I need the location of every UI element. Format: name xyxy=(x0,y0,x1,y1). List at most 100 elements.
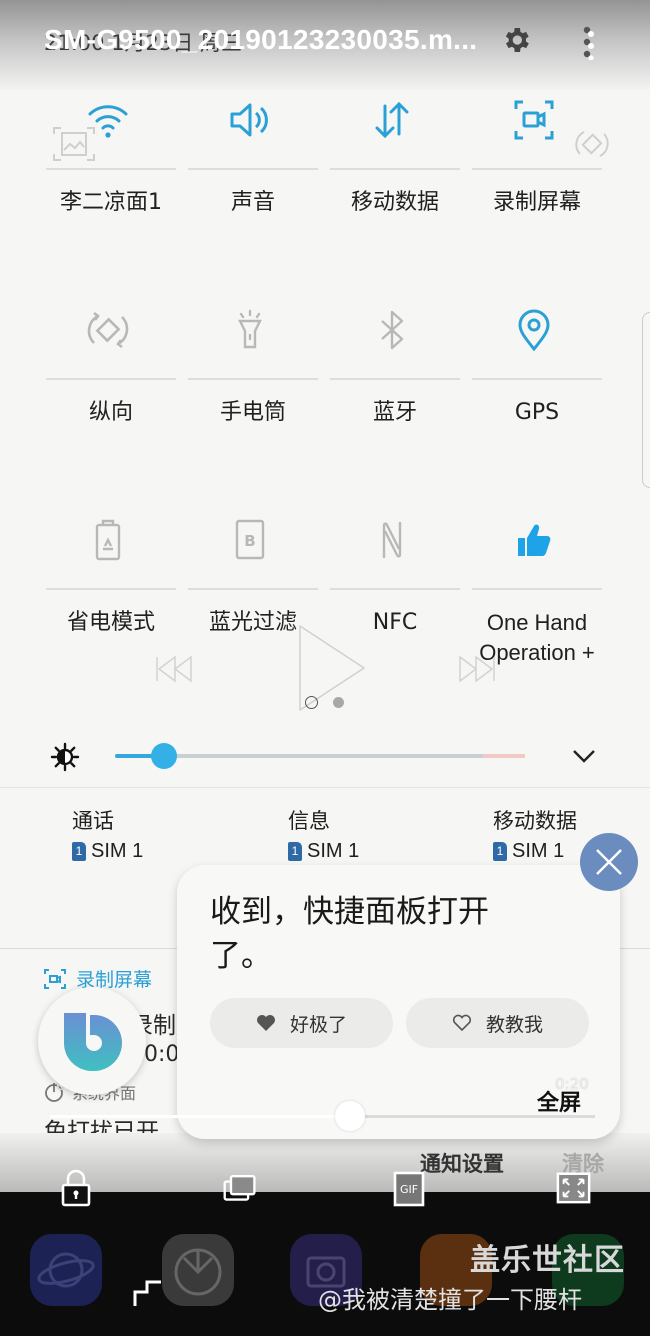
tile-label: GPS xyxy=(514,400,560,425)
sim-data-value: SIM 1 xyxy=(512,840,565,862)
gear-icon[interactable] xyxy=(500,24,532,56)
tile-divider xyxy=(188,588,318,590)
tile-divider xyxy=(46,588,176,590)
watermark-brand: 盖乐世社区 xyxy=(470,1243,625,1278)
tile-label: 手电筒 xyxy=(219,400,286,425)
app-icon[interactable] xyxy=(162,1234,234,1306)
chevron-down-icon[interactable] xyxy=(570,744,598,768)
tile-label: 蓝牙 xyxy=(372,400,417,425)
sim-mobile-data-setting[interactable]: 移动数据 1 SIM 1 xyxy=(493,806,577,863)
tile-blue-light-filter[interactable]: B 蓝光过滤 xyxy=(182,510,318,710)
tile-divider xyxy=(188,168,318,170)
bixby-button[interactable] xyxy=(38,987,146,1095)
tile-auto-rotate[interactable]: 纵向 xyxy=(40,300,176,500)
nfc-icon xyxy=(382,522,402,558)
tile-label: 录制屏幕 xyxy=(492,190,581,215)
page-indicator-current[interactable] xyxy=(305,696,318,709)
video-progress-bar[interactable] xyxy=(50,1101,595,1131)
tile-divider xyxy=(472,588,602,590)
internet-app-icon[interactable] xyxy=(30,1234,102,1306)
auto-rotate-icon xyxy=(87,311,129,349)
heart-outline-icon xyxy=(452,1014,472,1032)
notification-settings-button[interactable]: 通知设置 xyxy=(420,1148,504,1178)
tile-label: 纵向 xyxy=(88,400,133,425)
tile-divider xyxy=(46,378,176,380)
speaker-icon xyxy=(230,103,268,137)
teach-me-label: 教教我 xyxy=(485,1013,543,1036)
tile-divider xyxy=(472,168,602,170)
teach-me-button[interactable]: 教教我 xyxy=(406,998,589,1048)
dnd-notification[interactable]: 免打扰已开 xyxy=(44,1115,159,1135)
edge-panel-handle[interactable] xyxy=(642,312,650,488)
tile-label: 移动数据 xyxy=(350,190,439,215)
sim-message-title: 信息 xyxy=(288,809,330,833)
close-button[interactable] xyxy=(580,833,638,891)
bluetooth-icon xyxy=(381,310,404,350)
tile-screen-record[interactable]: 录制屏幕 xyxy=(466,90,602,290)
wifi-icon xyxy=(88,105,128,138)
tile-divider xyxy=(46,168,176,170)
brightness-slider[interactable] xyxy=(115,743,525,769)
sim-message-value: SIM 1 xyxy=(307,840,360,862)
mobile-data-icon xyxy=(375,101,409,139)
back-nav-icon[interactable] xyxy=(133,1278,163,1308)
heart-filled-icon xyxy=(256,1015,275,1031)
tile-wifi[interactable]: 李二凉面1 xyxy=(40,90,176,290)
bixby-logo-icon xyxy=(64,1013,122,1071)
previous-track-icon[interactable] xyxy=(155,655,195,683)
tile-divider xyxy=(330,168,460,170)
location-icon xyxy=(518,309,550,352)
tile-gps[interactable]: GPS xyxy=(466,300,602,500)
tile-label: 李二凉面1 xyxy=(60,190,162,215)
like-label: 好极了 xyxy=(289,1013,347,1036)
tile-divider xyxy=(330,378,460,380)
gif-icon[interactable]: GIF xyxy=(392,1167,428,1207)
video-header: 21:00 1月23日 周三 SM-G9500_20190123230035.m… xyxy=(0,0,650,90)
video-progress-thumb[interactable] xyxy=(334,1101,365,1131)
sim-card-icon: 1 xyxy=(288,842,302,861)
sim-card-icon: 1 xyxy=(72,842,86,861)
close-icon xyxy=(596,849,622,875)
brightness-warning-zone xyxy=(483,754,525,758)
sim-call-setting[interactable]: 通话 1 SIM 1 xyxy=(72,806,143,863)
brightness-icon[interactable] xyxy=(50,742,80,772)
screen-record-icon xyxy=(514,100,554,140)
multi-window-icon[interactable] xyxy=(222,1167,258,1207)
sim-call-value: SIM 1 xyxy=(91,840,144,862)
svg-text:B: B xyxy=(244,532,255,550)
watermark-author: @我被清楚撞了一下腰杆 xyxy=(318,1286,582,1314)
divider xyxy=(0,787,650,788)
bixby-message: 收到，快捷面板打开了。 xyxy=(210,894,489,974)
tile-power-saving[interactable]: 省电模式 xyxy=(40,510,176,710)
tile-label: 声音 xyxy=(230,190,275,215)
tile-divider xyxy=(188,378,318,380)
sim-card-icon: 1 xyxy=(493,842,507,861)
notification-footer xyxy=(0,1133,650,1193)
tile-mobile-data[interactable]: 移动数据 xyxy=(324,90,460,290)
video-title: SM-G9500_20190123230035.m... xyxy=(44,24,478,55)
blue-light-filter-icon: B xyxy=(235,519,265,560)
tile-flashlight[interactable]: 手电筒 xyxy=(182,300,318,500)
tile-divider xyxy=(472,378,602,380)
video-progress-played xyxy=(50,1115,350,1118)
flashlight-icon xyxy=(238,309,262,349)
like-button[interactable]: 好极了 xyxy=(210,998,393,1048)
lock-icon[interactable] xyxy=(58,1167,94,1207)
tile-sound[interactable]: 声音 xyxy=(182,90,318,290)
tile-bluetooth[interactable]: 蓝牙 xyxy=(324,300,460,500)
thumbs-up-icon xyxy=(518,524,551,556)
page-indicator[interactable] xyxy=(333,697,344,708)
tile-divider xyxy=(330,588,460,590)
screen-record-icon xyxy=(44,968,66,989)
fullscreen-button[interactable]: 全屏 xyxy=(537,1085,581,1117)
power-saving-icon xyxy=(95,519,121,561)
next-track-icon[interactable] xyxy=(456,655,496,683)
sim-call-title: 通话 xyxy=(72,809,114,833)
more-vertical-icon[interactable] xyxy=(578,24,598,60)
svg-text:GIF: GIF xyxy=(400,1183,418,1196)
fullscreen-icon[interactable] xyxy=(556,1167,592,1207)
sim-data-title: 移动数据 xyxy=(493,809,577,833)
sim-message-setting[interactable]: 信息 1 SIM 1 xyxy=(288,806,359,863)
bixby-response-card: 收到，快捷面板打开了。 好极了 教教我 0:20 全屏 xyxy=(177,865,620,1139)
brightness-slider-thumb[interactable] xyxy=(151,743,178,769)
